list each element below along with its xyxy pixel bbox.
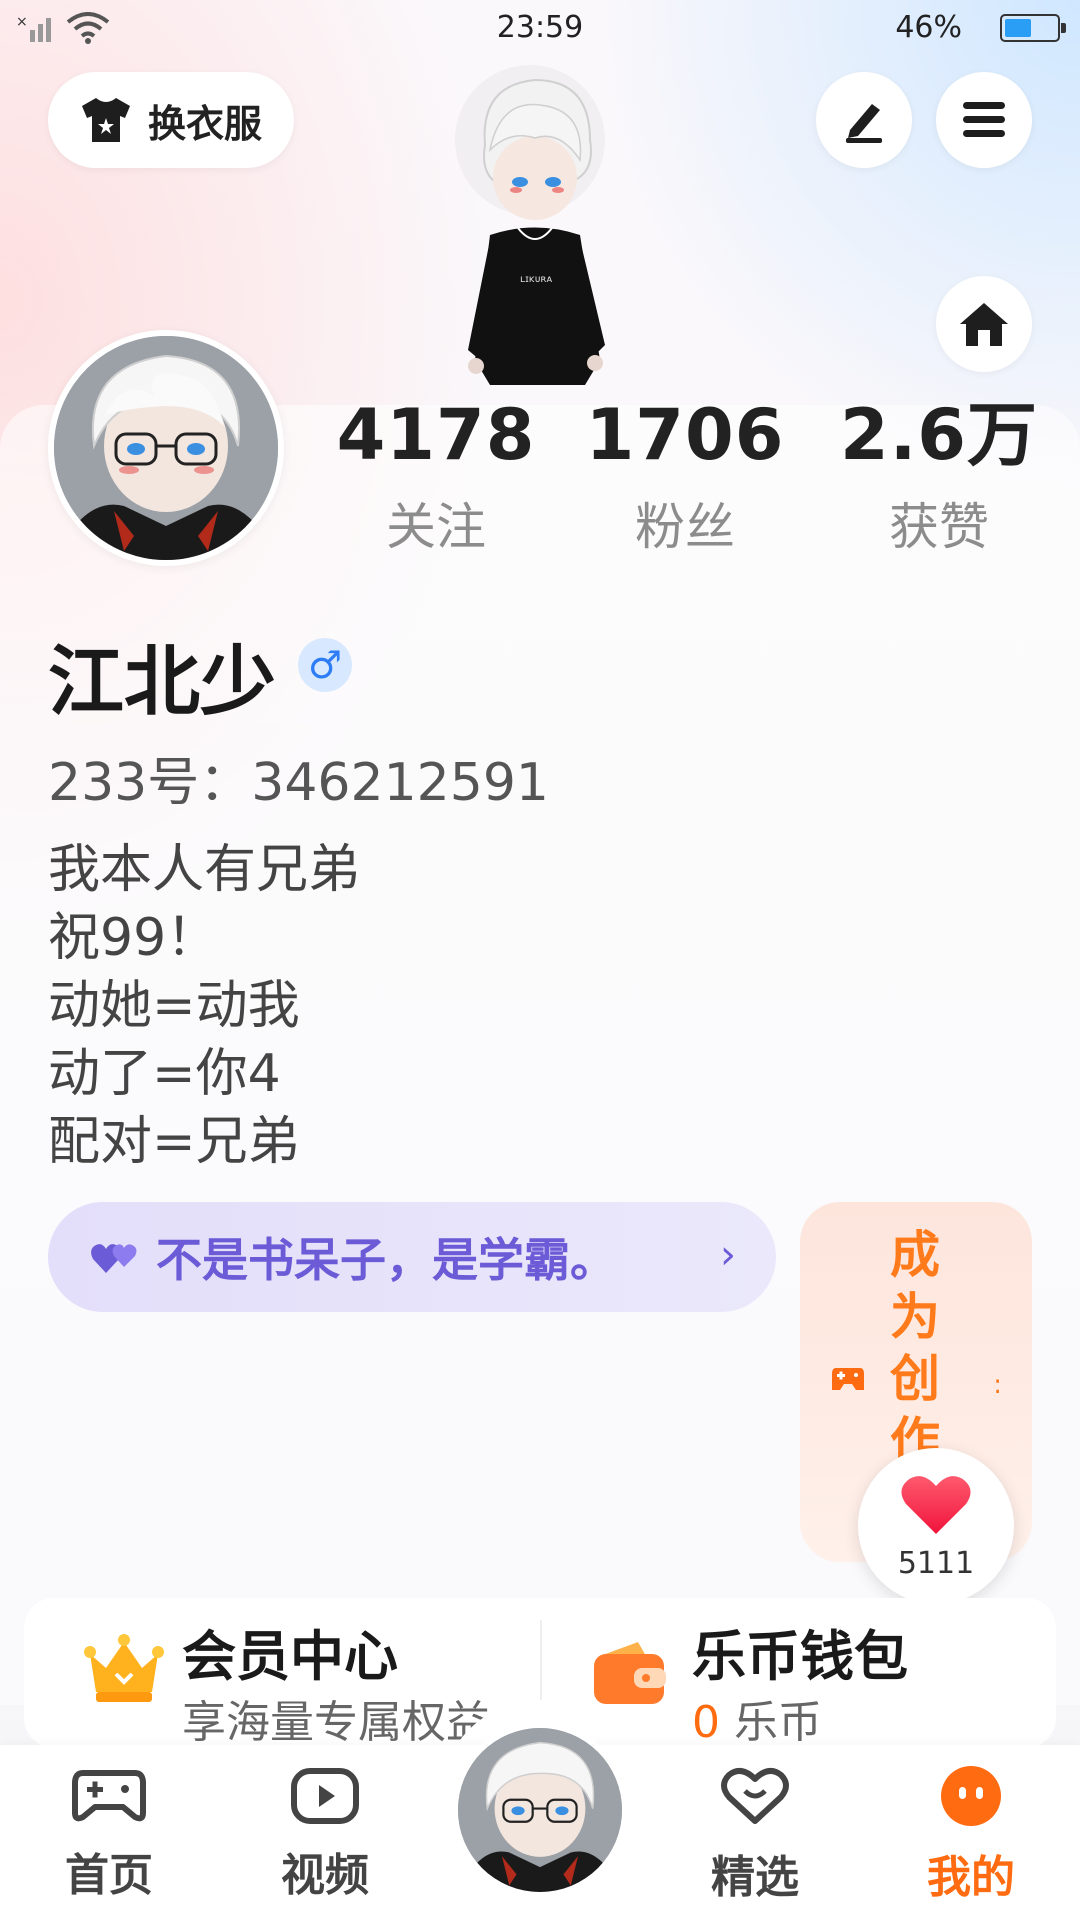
bio-line: 动了=你4 [48, 1044, 281, 1104]
change-outfit-label: 换衣服 [148, 101, 263, 146]
heart-icon [901, 1476, 971, 1534]
tab-mine[interactable]: 我的 [896, 1765, 1046, 1905]
game-controller-icon [832, 1368, 864, 1390]
profile-avatar[interactable] [48, 330, 284, 566]
chevron-right-icon: › [720, 1232, 736, 1278]
heart-chat-icon [721, 1767, 789, 1824]
signature-banner[interactable]: 不是书呆子，是学霸。 › [48, 1202, 776, 1312]
edit-button[interactable] [816, 72, 912, 168]
bio-line: 动她=动我 [48, 976, 300, 1036]
signature-text: 不是书呆子，是学霸。 [156, 1233, 616, 1287]
followers-count: 1706 [585, 394, 785, 476]
profile-name: 江北少 [48, 637, 276, 726]
status-bar: × 23:59 46% [0, 0, 1080, 56]
like-button[interactable]: 5111 [858, 1448, 1014, 1604]
likes-received-label: 获赞 [889, 498, 989, 556]
change-outfit-button[interactable]: 换衣服 [48, 72, 294, 168]
gamepad-icon [72, 1770, 146, 1822]
become-creator-label: 成为创作 [890, 1226, 940, 1470]
like-count: 5111 [897, 1546, 975, 1581]
tab-video[interactable]: 视频 [250, 1765, 400, 1903]
tabbar-avatar-image [458, 1728, 622, 1892]
following-count: 4178 [336, 394, 536, 476]
face-icon [941, 1766, 1001, 1826]
tab-featured-label: 精选 [711, 1852, 799, 1903]
wallet-icon [594, 1642, 666, 1704]
likes-received-count: 2.6万 [839, 394, 1038, 476]
followers-label: 粉丝 [635, 498, 735, 556]
tshirt-icon [82, 98, 130, 142]
video-icon [291, 1768, 359, 1824]
tab-home[interactable]: 首页 [34, 1765, 184, 1903]
bio-line: 祝99！ [48, 908, 219, 968]
battery-icon [1000, 14, 1066, 42]
bio-line: 我本人有兄弟 [48, 840, 361, 900]
male-gender-icon: ♂ [298, 638, 352, 692]
wallet-unit: 乐币 [720, 1697, 822, 1748]
home-icon [960, 303, 1008, 346]
wallet-balance: 0 乐币 [692, 1686, 822, 1750]
tab-mine-label: 我的 [927, 1852, 1015, 1903]
vip-center-card[interactable]: 会员中心 享海量专属权益 [24, 1598, 540, 1748]
user-id: 233号：346212591 [48, 753, 550, 813]
tab-video-label: 视频 [281, 1850, 369, 1901]
avatar-3d-figure[interactable]: ʟɪᴋᴜʀᴀ [440, 60, 640, 410]
bio-line: 配对=兄弟 [48, 1112, 300, 1172]
hamburger-menu-icon [963, 102, 1005, 137]
hearts-icon [91, 1244, 137, 1273]
wallet-card[interactable]: 乐币钱包 0 乐币 [542, 1598, 1056, 1748]
tabbar-avatar-button[interactable] [452, 1722, 628, 1898]
stat-likes[interactable]: 2.6万 获赞 [834, 395, 1044, 559]
stat-followers[interactable]: 1706 粉丝 [585, 395, 785, 559]
tab-home-label: 首页 [65, 1850, 153, 1901]
wallet-title: 乐币钱包 [692, 1625, 908, 1688]
vip-center-title: 会员中心 [182, 1625, 398, 1688]
svg-text:ʟɪᴋᴜʀᴀ: ʟɪᴋᴜʀᴀ [520, 274, 552, 285]
home-button[interactable] [936, 276, 1032, 372]
menu-button[interactable] [936, 72, 1032, 168]
creator-more-icon: : [993, 1370, 1002, 1400]
crown-icon [84, 1634, 164, 1702]
avatar-portrait-image [54, 336, 278, 560]
pen-icon [846, 104, 882, 143]
wallet-amount: 0 [692, 1697, 720, 1748]
following-label: 关注 [386, 498, 486, 556]
tab-featured[interactable]: 精选 [680, 1765, 830, 1905]
battery-percent: 46% [895, 10, 962, 45]
stat-following[interactable]: 4178 关注 [336, 395, 536, 559]
profile-bio: 我本人有兄弟 祝99！ 动她=动我 动了=你4 配对=兄弟 [48, 836, 360, 1176]
